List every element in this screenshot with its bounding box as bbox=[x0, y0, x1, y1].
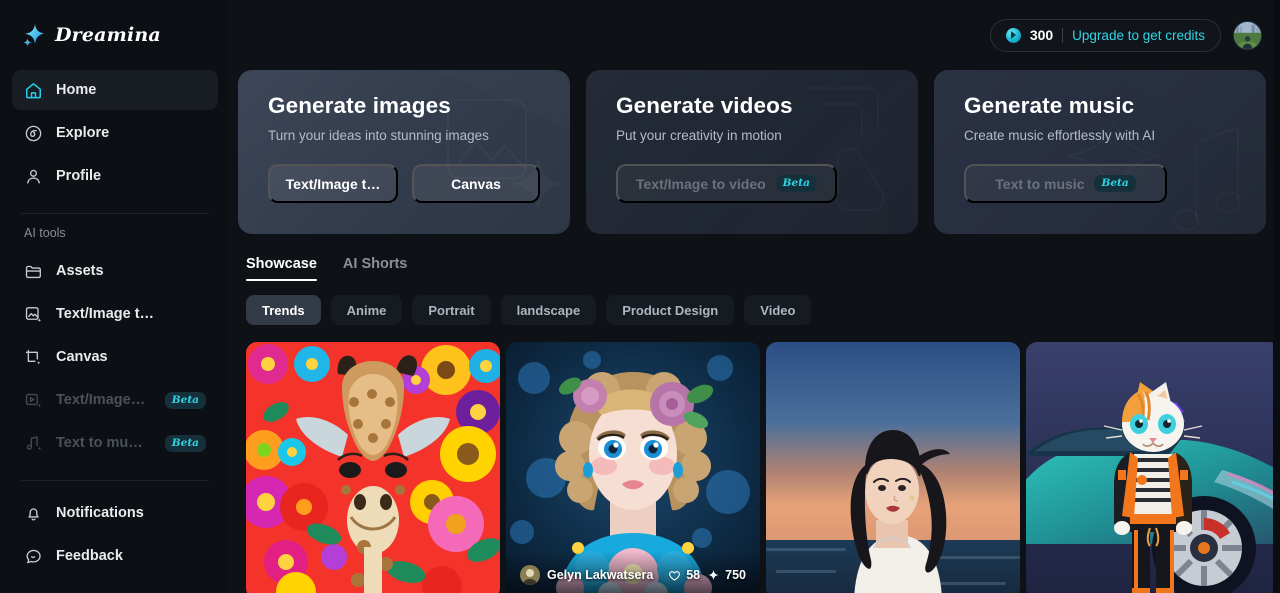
hero-button-label: Text to music bbox=[995, 175, 1085, 192]
sidebar-section-label: AI tools bbox=[24, 226, 66, 240]
hero-title: Generate videos bbox=[616, 93, 793, 118]
hero-button-label: Text/Image to video bbox=[636, 175, 766, 192]
bell-icon bbox=[24, 504, 43, 523]
hero-actions: Text/Image t… Canvas bbox=[268, 164, 540, 203]
gallery-card-overlay: Gelyn Lakwatsera 58 750 bbox=[506, 551, 760, 593]
hero-button-text-image-to-image[interactable]: Text/Image t… bbox=[268, 164, 398, 203]
beta-badge: Beta bbox=[164, 391, 206, 409]
hero-card-generate-music[interactable]: Generate music Create music effortlessly… bbox=[934, 70, 1266, 234]
sidebar-item-label: Notifications bbox=[56, 505, 144, 521]
sidebar-item-assets[interactable]: Assets bbox=[12, 251, 218, 291]
credit-coin-icon bbox=[1005, 27, 1021, 43]
gallery-author-name: Gelyn Lakwatsera bbox=[547, 568, 654, 582]
cat-sportscar-artwork bbox=[1026, 342, 1280, 593]
sidebar-item-text-to-music[interactable]: Text to music Beta bbox=[12, 423, 218, 463]
hero-card-generate-images[interactable]: Generate images Turn your ideas into stu… bbox=[238, 70, 570, 234]
gallery-author-avatar[interactable] bbox=[520, 565, 540, 585]
compass-icon bbox=[24, 124, 43, 143]
hero-button-canvas[interactable]: Canvas bbox=[412, 164, 540, 203]
hero-title: Generate images bbox=[268, 93, 451, 118]
sidebar-item-label: Profile bbox=[56, 168, 102, 184]
gallery-card[interactable] bbox=[766, 342, 1020, 593]
image-sparkle-icon bbox=[24, 305, 43, 324]
user-avatar[interactable] bbox=[1233, 20, 1262, 50]
sidebar-item-label: Text/Image t… bbox=[56, 306, 155, 322]
chip-anime[interactable]: Anime bbox=[330, 295, 403, 325]
filter-chips: Trends Anime Portrait landscape Product … bbox=[246, 295, 1266, 325]
beta-badge: Beta bbox=[164, 434, 206, 452]
gallery-sparkles[interactable]: 750 bbox=[707, 568, 746, 582]
heart-icon bbox=[669, 570, 681, 581]
gallery-sparkles-count: 750 bbox=[725, 568, 746, 582]
app-root: Dreamina Home Explore Profile AI tools A… bbox=[0, 0, 1280, 593]
sidebar-item-canvas[interactable]: Canvas bbox=[12, 337, 218, 377]
main-content: 300 Upgrade to get credits Generate imag… bbox=[230, 0, 1280, 593]
tab-ai-shorts[interactable]: AI Shorts bbox=[343, 256, 407, 281]
hero-actions: Text to music Beta bbox=[964, 164, 1236, 203]
home-icon bbox=[24, 81, 43, 100]
vertical-scrollbar[interactable] bbox=[1273, 0, 1280, 593]
sidebar-item-explore[interactable]: Explore bbox=[12, 113, 218, 153]
hero-subtitle: Create music effortlessly with AI bbox=[964, 128, 1156, 143]
hero-title: Generate music bbox=[964, 93, 1135, 118]
topbar: 300 Upgrade to get credits bbox=[230, 0, 1280, 70]
sidebar-item-profile[interactable]: Profile bbox=[12, 156, 218, 196]
video-sparkle-icon bbox=[24, 391, 43, 410]
sparkle-icon bbox=[708, 569, 719, 580]
beta-badge: Beta bbox=[1094, 175, 1136, 192]
gallery-likes-count: 58 bbox=[686, 568, 701, 582]
sidebar-item-label: Canvas bbox=[56, 349, 108, 365]
showcase-gallery: Gelyn Lakwatsera 58 750 bbox=[246, 342, 1280, 593]
brand-name: Dreamina bbox=[55, 24, 161, 46]
sidebar-item-label: Explore bbox=[56, 125, 110, 141]
giraffe-flowers-artwork bbox=[246, 342, 500, 593]
sparkle-star-icon bbox=[22, 23, 46, 47]
sidebar-item-text-image-to-video[interactable]: Text/Image t… Beta bbox=[12, 380, 218, 420]
hero-actions: Text/Image to video Beta bbox=[616, 164, 888, 203]
sidebar-item-label: Feedback bbox=[56, 548, 123, 564]
credit-amount: 300 bbox=[1029, 27, 1054, 43]
brand[interactable]: Dreamina bbox=[12, 0, 218, 70]
credits-pill[interactable]: 300 Upgrade to get credits bbox=[989, 18, 1221, 52]
sidebar-item-label: Text to music bbox=[56, 435, 148, 451]
music-note-icon bbox=[24, 434, 43, 453]
upgrade-credits-link[interactable]: Upgrade to get credits bbox=[1072, 28, 1205, 43]
sidebar-item-home[interactable]: Home bbox=[12, 70, 218, 110]
chip-landscape[interactable]: landscape bbox=[500, 295, 597, 325]
hero-button-text-to-music[interactable]: Text to music Beta bbox=[964, 164, 1167, 203]
sidebar-item-text-image-to-image[interactable]: Text/Image t… bbox=[12, 294, 218, 334]
sidebar-divider-top bbox=[21, 213, 209, 214]
sidebar-item-notifications[interactable]: Notifications bbox=[12, 493, 218, 533]
gallery-likes[interactable]: 58 bbox=[668, 568, 700, 582]
sidebar-item-label: Text/Image t… bbox=[56, 392, 148, 408]
chip-video[interactable]: Video bbox=[744, 295, 812, 325]
chat-bubble-icon bbox=[24, 547, 43, 566]
hero-cards-row: Generate images Turn your ideas into stu… bbox=[238, 70, 1266, 234]
folder-icon bbox=[24, 262, 43, 281]
credits-separator bbox=[1062, 27, 1064, 43]
person-icon bbox=[24, 167, 43, 186]
content-area: Generate images Turn your ideas into stu… bbox=[230, 70, 1280, 593]
canvas-frame-icon bbox=[24, 348, 43, 367]
sidebar-divider-bottom bbox=[21, 480, 209, 481]
sidebar-item-feedback[interactable]: Feedback bbox=[12, 536, 218, 576]
chip-portrait[interactable]: Portrait bbox=[412, 295, 491, 325]
gallery-card[interactable] bbox=[246, 342, 500, 593]
beach-sunset-woman-artwork bbox=[766, 342, 1020, 593]
sidebar-item-label: Assets bbox=[56, 263, 104, 279]
hero-subtitle: Turn your ideas into stunning images bbox=[268, 128, 489, 143]
chip-product-design[interactable]: Product Design bbox=[606, 295, 735, 325]
hero-button-text-image-to-video[interactable]: Text/Image to video Beta bbox=[616, 164, 837, 203]
sidebar: Dreamina Home Explore Profile AI tools A… bbox=[0, 0, 230, 593]
gallery-card[interactable]: Gelyn Lakwatsera 58 750 bbox=[506, 342, 760, 593]
beta-badge: Beta bbox=[775, 175, 817, 192]
content-tabs: Showcase AI Shorts bbox=[246, 256, 1266, 281]
chip-trends[interactable]: Trends bbox=[246, 295, 321, 325]
hero-subtitle: Put your creativity in motion bbox=[616, 128, 782, 143]
sidebar-item-label: Home bbox=[56, 82, 97, 98]
tab-showcase[interactable]: Showcase bbox=[246, 256, 317, 281]
gallery-card[interactable] bbox=[1026, 342, 1280, 593]
hero-card-generate-videos[interactable]: Generate videos Put your creativity in m… bbox=[586, 70, 918, 234]
